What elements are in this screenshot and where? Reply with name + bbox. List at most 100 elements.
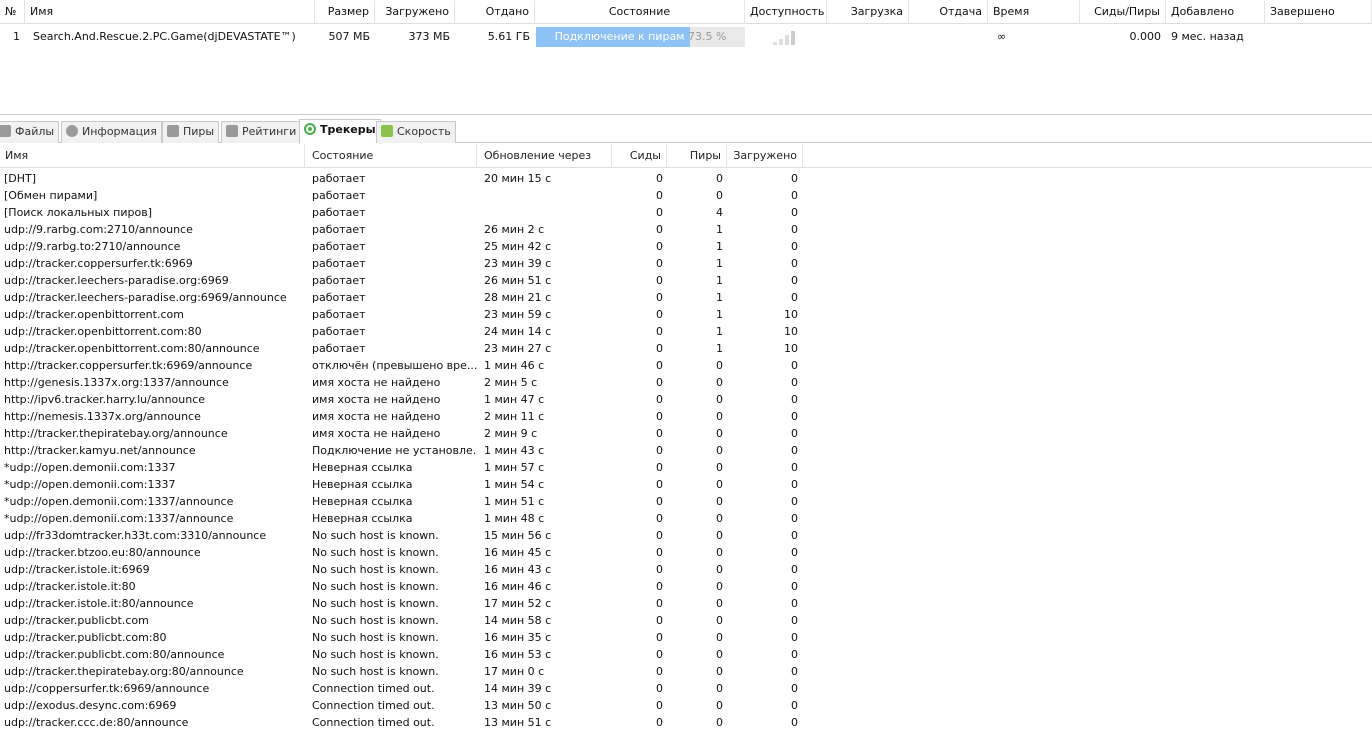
- tracker-row[interactable]: udp://tracker.istole.it:80/announce No su…: [0, 595, 1372, 612]
- tracker-seeds: 0: [656, 223, 663, 236]
- torrent-ratio: 0.000: [1129, 30, 1162, 43]
- tracker-row[interactable]: udp://tracker.ccc.de:80/announce Connecti…: [0, 714, 1372, 731]
- tracker-peers: 0: [716, 376, 723, 389]
- col-num[interactable]: №: [0, 0, 25, 24]
- col-tracker-downloaded[interactable]: Загружено: [727, 144, 803, 168]
- tracker-row[interactable]: udp://tracker.openbittorrent.com:80/anno…: [0, 340, 1372, 357]
- tracker-name: udp://fr33domtracker.h33t.com:3310/annou…: [4, 529, 267, 542]
- tracker-name: udp://tracker.thepiratebay.org:80/announ…: [4, 665, 244, 678]
- tracker-status: работает: [312, 342, 366, 355]
- tracker-row[interactable]: udp://tracker.coppersurfer.tk:6969 работа…: [0, 255, 1372, 272]
- col-added[interactable]: Добавлено: [1166, 0, 1265, 24]
- tracker-peers: 1: [716, 308, 723, 321]
- tracker-row[interactable]: http://nemesis.1337x.org/announce имя хос…: [0, 408, 1372, 425]
- tracker-name: udp://tracker.coppersurfer.tk:6969: [4, 257, 193, 270]
- torrent-added: 9 мес. назад: [1171, 30, 1244, 43]
- col-uploaded[interactable]: Отдано: [455, 0, 535, 24]
- tracker-row[interactable]: udp://tracker.leechers-paradise.org:6969…: [0, 289, 1372, 306]
- tracker-name: *udp://open.demonii.com:1337: [4, 478, 176, 491]
- tracker-seeds: 0: [656, 682, 663, 695]
- col-downloaded[interactable]: Загружено: [375, 0, 455, 24]
- col-name[interactable]: Имя: [25, 0, 315, 24]
- tracker-downloaded: 0: [791, 257, 798, 270]
- tracker-row[interactable]: http://ipv6.tracker.harry.lu/announce имя…: [0, 391, 1372, 408]
- tracker-seeds: 0: [656, 478, 663, 491]
- tracker-seeds: 0: [656, 580, 663, 593]
- tracker-peers: 0: [716, 631, 723, 644]
- tracker-row[interactable]: udp://tracker.leechers-paradise.org:6969…: [0, 272, 1372, 289]
- tracker-row[interactable]: udp://coppersurfer.tk:6969/announce Conne…: [0, 680, 1372, 697]
- tracker-name: *udp://open.demonii.com:1337: [4, 461, 176, 474]
- tracker-update: 13 мин 51 с: [484, 716, 552, 729]
- col-ratio[interactable]: Сиды/Пиры: [1080, 0, 1166, 24]
- tracker-row[interactable]: udp://9.rarbg.com:2710/announce работает 2…: [0, 221, 1372, 238]
- tracker-update: 23 мин 39 с: [484, 257, 552, 270]
- tracker-downloaded: 0: [791, 240, 798, 253]
- tracker-row[interactable]: http://genesis.1337x.org:1337/announce им…: [0, 374, 1372, 391]
- tracker-seeds: 0: [656, 172, 663, 185]
- col-tracker-update[interactable]: Обновление через: [477, 144, 612, 168]
- tracker-status: работает: [312, 223, 366, 236]
- tracker-status: работает: [312, 206, 366, 219]
- tracker-update: 1 мин 57 с: [484, 461, 545, 474]
- tracker-seeds: 0: [656, 614, 663, 627]
- tracker-row[interactable]: udp://tracker.istole.it:6969 No such host…: [0, 561, 1372, 578]
- tracker-row[interactable]: *udp://open.demonii.com:1337/announce Нев…: [0, 493, 1372, 510]
- col-tracker-peers[interactable]: Пиры: [667, 144, 727, 168]
- tracker-row[interactable]: [Поиск локальных пиров] работает 0 4 0: [0, 204, 1372, 221]
- tracker-row[interactable]: http://tracker.kamyu.net/announce Подключ…: [0, 442, 1372, 459]
- tab-speed[interactable]: Скорость: [376, 121, 456, 143]
- tracker-downloaded: 0: [791, 631, 798, 644]
- tracker-seeds: 0: [656, 342, 663, 355]
- torrent-num: 1: [13, 30, 20, 43]
- tab-info[interactable]: Информация: [61, 121, 162, 143]
- tracker-row[interactable]: udp://tracker.publicbt.com:80 No such hos…: [0, 629, 1372, 646]
- tracker-row[interactable]: http://tracker.thepiratebay.org/announce…: [0, 425, 1372, 442]
- tracker-name: udp://tracker.openbittorrent.com:80/anno…: [4, 342, 260, 355]
- col-size[interactable]: Размер: [315, 0, 375, 24]
- tracker-update: 17 мин 0 с: [484, 665, 545, 678]
- tracker-row[interactable]: http://tracker.coppersurfer.tk:6969/anno…: [0, 357, 1372, 374]
- col-up-speed[interactable]: Отдача: [909, 0, 988, 24]
- tab-trackers[interactable]: Трекеры: [299, 119, 381, 144]
- pane-divider[interactable]: [0, 114, 1372, 115]
- tracker-peers: 0: [716, 461, 723, 474]
- tracker-row[interactable]: udp://fr33domtracker.h33t.com:3310/annou…: [0, 527, 1372, 544]
- col-tracker-seeds[interactable]: Сиды: [612, 144, 667, 168]
- tracker-row[interactable]: udp://exodus.desync.com:6969 Connection t…: [0, 697, 1372, 714]
- tracker-row[interactable]: udp://9.rarbg.to:2710/announce работает 25…: [0, 238, 1372, 255]
- tracker-row[interactable]: udp://tracker.publicbt.com:80/announce No…: [0, 646, 1372, 663]
- col-completed[interactable]: Завершено: [1265, 0, 1372, 24]
- tracker-row[interactable]: [DHT] работает 20 мин 15 с 0 0 0: [0, 170, 1372, 187]
- tab-peers[interactable]: Пиры: [162, 121, 220, 143]
- torrent-row[interactable]: 1 Search.And.Rescue.2.PC.Game(djDEVASTAT…: [0, 27, 1372, 47]
- tracker-row[interactable]: udp://tracker.btzoo.eu:80/announce No suc…: [0, 544, 1372, 561]
- tracker-name: udp://9.rarbg.com:2710/announce: [4, 223, 193, 236]
- trackers-header: Имя Состояние Обновление через Сиды Пиры…: [0, 144, 1372, 168]
- col-availability[interactable]: Доступность: [745, 0, 827, 24]
- tracker-row[interactable]: udp://tracker.openbittorrent.com работает…: [0, 306, 1372, 323]
- tracker-row[interactable]: [Обмен пирами] работает 0 0 0: [0, 187, 1372, 204]
- col-time[interactable]: Время: [988, 0, 1080, 24]
- tracker-row[interactable]: udp://tracker.istole.it:80 No such host i…: [0, 578, 1372, 595]
- tracker-row[interactable]: udp://tracker.thepiratebay.org:80/announ…: [0, 663, 1372, 680]
- tracker-name: udp://tracker.publicbt.com:80/announce: [4, 648, 225, 661]
- tab-ratings[interactable]: Рейтинги: [221, 121, 302, 143]
- tracker-row[interactable]: *udp://open.demonii.com:1337 Неверная ссы…: [0, 459, 1372, 476]
- tracker-update: 28 мин 21 с: [484, 291, 552, 304]
- tracker-row[interactable]: udp://tracker.publicbt.com No such host i…: [0, 612, 1372, 629]
- col-status[interactable]: Состояние: [535, 0, 745, 24]
- tracker-peers: 0: [716, 172, 723, 185]
- tracker-row[interactable]: *udp://open.demonii.com:1337 Неверная ссы…: [0, 476, 1372, 493]
- tracker-peers: 0: [716, 529, 723, 542]
- col-tracker-status[interactable]: Состояние: [305, 144, 477, 168]
- tracker-downloaded: 0: [791, 223, 798, 236]
- tab-files[interactable]: Файлы: [0, 121, 60, 143]
- tracker-seeds: 0: [656, 699, 663, 712]
- tracker-peers: 0: [716, 546, 723, 559]
- col-down-speed[interactable]: Загрузка: [827, 0, 909, 24]
- col-tracker-name[interactable]: Имя: [0, 144, 305, 168]
- tracker-downloaded: 0: [791, 546, 798, 559]
- tracker-row[interactable]: udp://tracker.openbittorrent.com:80 работ…: [0, 323, 1372, 340]
- tracker-row[interactable]: *udp://open.demonii.com:1337/announce Нев…: [0, 510, 1372, 527]
